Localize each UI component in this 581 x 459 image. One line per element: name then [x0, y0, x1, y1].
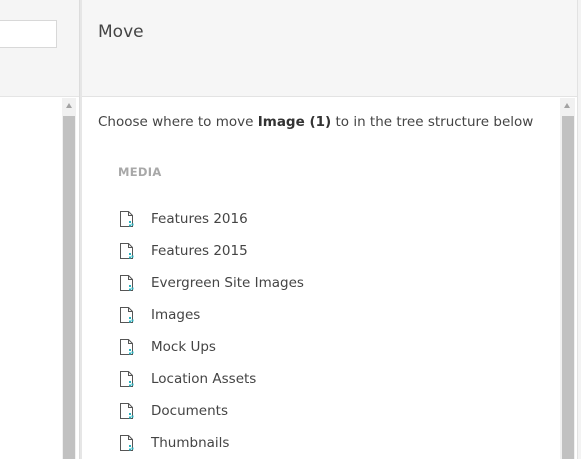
file-icon	[118, 242, 136, 260]
instruction-suffix: to in the tree structure below	[331, 114, 534, 130]
tree-item-evergreen-site-images[interactable]: Evergreen Site Images	[118, 267, 304, 299]
dialog-title: Move	[98, 22, 144, 42]
instruction-item-name: Image (1)	[257, 114, 332, 130]
tree-item-label: Mock Ups	[151, 339, 216, 355]
dialog-scroll-up-arrow-icon[interactable]	[564, 103, 570, 108]
right-edge-panel	[577, 0, 581, 459]
tree-item-features-2016[interactable]: Features 2016	[118, 203, 304, 235]
tree-item-mock-ups[interactable]: Mock Ups	[118, 331, 304, 363]
file-icon	[118, 434, 136, 452]
file-icon	[118, 402, 136, 420]
file-icon	[118, 306, 136, 324]
tree-item-thumbnails[interactable]: Thumbnails	[118, 427, 304, 459]
tree-item-label: Location Assets	[151, 371, 257, 387]
file-icon	[118, 274, 136, 292]
media-tree: Features 2016 Features 2015 Evergreen Si…	[118, 203, 304, 459]
tree-item-images[interactable]: Images	[118, 299, 304, 331]
dialog-scrollbar-thumb[interactable]	[562, 116, 574, 459]
search-input[interactable]	[0, 20, 57, 48]
file-icon	[118, 338, 136, 356]
tree-item-location-assets[interactable]: Location Assets	[118, 363, 304, 395]
file-icon	[118, 370, 136, 388]
dialog-body: Choose where to move Image (1) to in the…	[82, 98, 560, 459]
app-window: Move Choose where to move Image (1) to i…	[0, 0, 581, 459]
tree-item-label: Documents	[151, 403, 228, 419]
move-dialog: Move Choose where to move Image (1) to i…	[82, 0, 581, 459]
left-scroll-up-arrow-icon[interactable]	[66, 103, 72, 108]
instruction-prefix: Choose where to move	[98, 114, 258, 130]
tree-item-label: Evergreen Site Images	[151, 275, 304, 291]
left-panel	[0, 0, 79, 459]
tree-item-features-2015[interactable]: Features 2015	[118, 235, 304, 267]
media-section-label: MEDIA	[118, 165, 162, 179]
tree-item-label: Features 2015	[151, 243, 248, 259]
tree-item-label: Features 2016	[151, 211, 248, 227]
tree-item-label: Thumbnails	[151, 435, 230, 451]
tree-item-label: Images	[151, 307, 201, 323]
left-panel-header	[0, 0, 79, 97]
file-icon	[118, 210, 136, 228]
tree-item-documents[interactable]: Documents	[118, 395, 304, 427]
move-instruction: Choose where to move Image (1) to in the…	[98, 114, 533, 130]
dialog-header: Move	[82, 0, 581, 97]
left-scrollbar-thumb[interactable]	[63, 116, 75, 459]
